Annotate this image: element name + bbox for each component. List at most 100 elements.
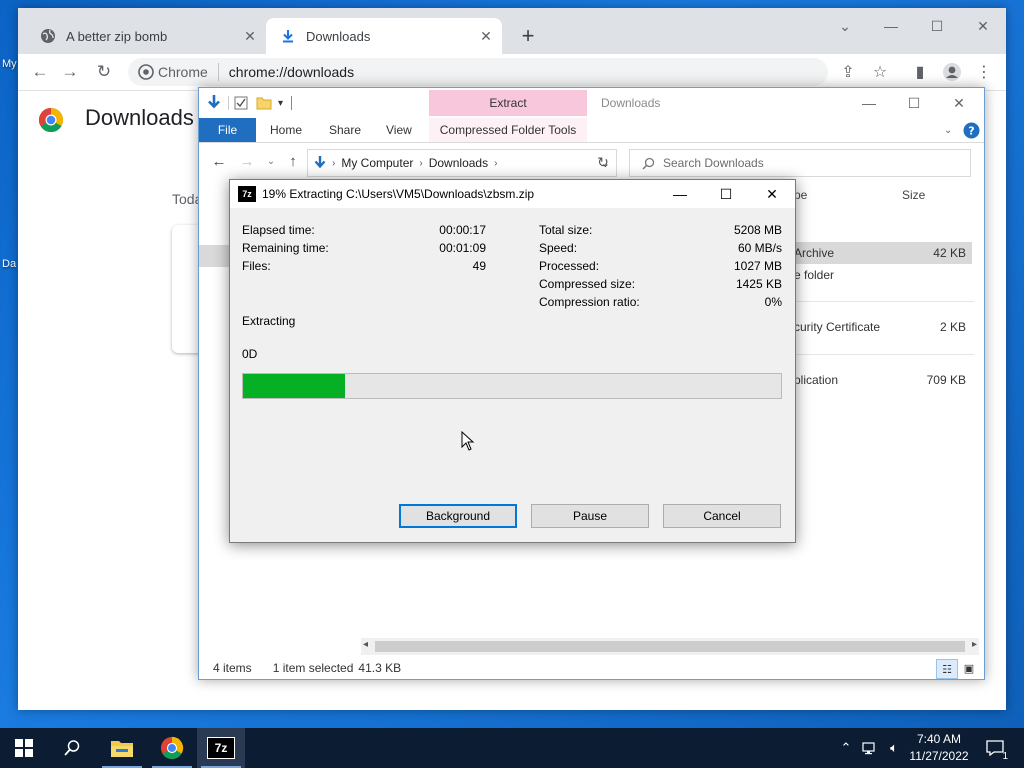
start-button[interactable] [0, 728, 48, 768]
downloads-location-icon [312, 155, 328, 171]
maximize-icon[interactable]: ☐ [922, 16, 952, 36]
breadcrumb-my-computer[interactable]: My Computer [341, 156, 413, 170]
speed-value: 60 MB/s [737, 241, 782, 255]
search-button[interactable] [48, 728, 96, 768]
scroll-right-arrow-icon[interactable]: ▸ [972, 639, 977, 650]
new-tab-button[interactable]: + [516, 23, 540, 48]
share-icon[interactable]: ⇪ [836, 60, 860, 84]
ribbon-tab-share[interactable]: Share [329, 118, 361, 142]
table-row[interactable]: e folder [794, 264, 972, 286]
close-icon[interactable]: ✕ [476, 26, 496, 46]
table-row[interactable]: curity Certificate 2 KB [794, 316, 972, 338]
notification-center-icon[interactable]: 1 [984, 738, 1008, 762]
horizontal-scrollbar[interactable]: ◂ ▸ [361, 638, 979, 655]
qat-dropdown-icon[interactable]: ▾ [278, 98, 283, 109]
column-size-header[interactable]: Size [902, 188, 925, 202]
files-value: 49 [472, 259, 486, 273]
reload-icon[interactable]: ↻ [92, 60, 116, 84]
taskbar-file-explorer[interactable] [98, 728, 146, 768]
back-arrow-icon[interactable]: ← [207, 149, 231, 173]
back-arrow-icon[interactable]: ← [28, 60, 52, 84]
close-icon[interactable]: ✕ [240, 26, 260, 46]
cancel-button[interactable]: Cancel [663, 504, 781, 528]
taskbar-chrome[interactable] [148, 728, 196, 768]
taskbar-7zip[interactable]: 7z [197, 728, 245, 768]
show-hidden-icons-chevron-icon[interactable]: ⌃ [836, 738, 856, 758]
extract-contextual-tab: Extract [429, 90, 587, 116]
download-folder-icon[interactable] [205, 94, 223, 112]
large-icons-view-icon[interactable]: ▣ [959, 659, 979, 677]
scrollbar-thumb[interactable] [375, 641, 965, 652]
clock-date: 11/27/2022 [909, 749, 969, 763]
side-panel-icon[interactable]: ▮ [908, 60, 932, 84]
status-selected: 1 item selected [272, 661, 354, 675]
remaining-time-label: Remaining time: [242, 241, 329, 255]
maximize-icon[interactable]: ☐ [894, 92, 934, 114]
network-icon[interactable] [860, 738, 880, 758]
selected-row-left-edge[interactable] [199, 245, 229, 267]
breadcrumb-chevron-icon[interactable]: › [419, 158, 422, 169]
search-downloads-input[interactable]: Search Downloads [629, 149, 971, 177]
taskbar: 7z ⌃ 🔈︎ 7:40 AM 11/27/2022 1 [0, 728, 1024, 768]
help-icon[interactable]: ? [963, 118, 980, 142]
minimize-icon[interactable]: — [876, 16, 906, 36]
notification-count-badge: 1 [1002, 751, 1008, 762]
table-row[interactable]: Archive 42 KB [794, 242, 972, 264]
bookmark-star-icon[interactable]: ☆ [868, 60, 892, 84]
dialog-title: 19% Extracting C:\Users\VM5\Downloads\zb… [262, 187, 535, 201]
column-type-header[interactable]: pe [794, 188, 807, 202]
minimize-icon[interactable]: — [849, 92, 889, 114]
refresh-icon[interactable]: ↻ [591, 150, 615, 174]
desktop-icon-label-my[interactable]: My [2, 58, 17, 70]
status-item-count: 4 items [213, 661, 252, 675]
qat-divider [228, 96, 229, 110]
breadcrumb-chevron-icon[interactable]: › [494, 158, 497, 169]
close-icon[interactable]: ✕ [968, 16, 998, 36]
row-size: 2 KB [939, 320, 966, 334]
maximize-icon[interactable]: ☐ [703, 180, 749, 208]
kebab-menu-icon[interactable]: ⋮ [972, 60, 996, 84]
chrome-tabstrip: A better zip bomb ✕ Downloads ✕ + ⌄ — ☐ … [18, 8, 1006, 54]
7zip-icon: 7z [238, 186, 256, 202]
properties-icon[interactable] [234, 96, 248, 110]
forward-arrow-icon[interactable]: → [58, 60, 82, 84]
profile-avatar-icon[interactable] [940, 60, 964, 84]
ribbon-tab-home[interactable]: Home [270, 118, 302, 142]
progress-fill [243, 374, 346, 398]
desktop-icon-label-da[interactable]: Da [2, 258, 16, 270]
group-divider [794, 354, 974, 355]
new-folder-icon[interactable] [256, 96, 272, 110]
chrome-chip-icon [138, 64, 154, 80]
tab-search-chevron-icon[interactable]: ⌄ [830, 16, 860, 36]
ribbon-tab-view[interactable]: View [386, 118, 412, 142]
search-icon [64, 740, 80, 756]
quick-access-toolbar: ▾ [205, 94, 293, 112]
close-icon[interactable]: ✕ [749, 180, 795, 208]
row-size: 42 KB [933, 246, 966, 260]
pause-button[interactable]: Pause [531, 504, 649, 528]
address-bar[interactable]: › My Computer › Downloads › ⌄ [307, 149, 617, 177]
clock[interactable]: 7:40 AM 11/27/2022 [900, 731, 978, 765]
breadcrumb-chevron-icon[interactable]: › [332, 158, 335, 169]
tab-a-better-zip-bomb[interactable]: A better zip bomb ✕ [26, 18, 266, 54]
ribbon-tab-compressed-folder-tools[interactable]: Compressed Folder Tools [429, 118, 587, 142]
details-view-icon[interactable]: ☷ [936, 659, 958, 679]
column-headers: pe Size [794, 188, 974, 206]
table-row[interactable]: plication 709 KB [794, 369, 972, 391]
processed-value: 1027 MB [733, 259, 782, 273]
recent-locations-chevron-icon[interactable]: ⌄ [259, 149, 283, 173]
minimize-icon[interactable]: — [657, 180, 703, 208]
scroll-left-arrow-icon[interactable]: ◂ [363, 639, 368, 650]
clock-time: 7:40 AM [916, 732, 962, 746]
omnibox-chip: Chrome [158, 64, 208, 80]
close-icon[interactable]: ✕ [939, 92, 979, 114]
tab-downloads[interactable]: Downloads ✕ [266, 18, 502, 54]
forward-arrow-icon[interactable]: → [235, 149, 259, 173]
omnibox[interactable]: Chrome chrome://downloads [128, 58, 828, 86]
ribbon-tab-file[interactable]: File [199, 118, 256, 142]
ribbon-expand-chevron-icon[interactable]: ⌄ [944, 118, 952, 142]
dialog-titlebar: 7z 19% Extracting C:\Users\VM5\Downloads… [230, 180, 795, 208]
background-button[interactable]: Background [399, 504, 517, 528]
breadcrumb-downloads[interactable]: Downloads [429, 156, 488, 170]
up-arrow-icon[interactable]: ↑ [281, 149, 305, 173]
